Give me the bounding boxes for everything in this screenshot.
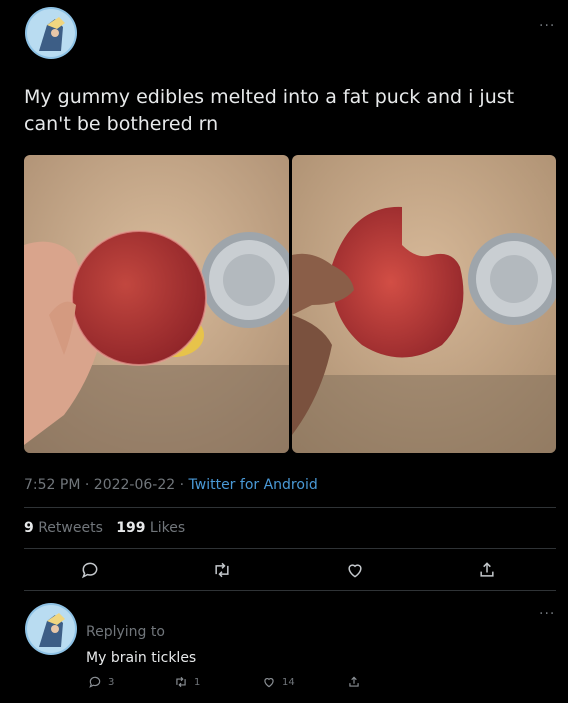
tweet-photo-2[interactable] [292,155,556,453]
reply-share-button[interactable] [347,675,361,689]
reply-like-button[interactable]: 14 [262,675,295,689]
share-action-button[interactable] [477,560,497,584]
author-avatar[interactable] [25,7,77,59]
reply-text: My brain tickles [86,650,197,666]
share-icon [349,676,359,687]
divider-2 [24,548,556,549]
reply-retweet-button[interactable]: 1 [174,675,200,689]
heart-icon [348,564,362,578]
retweet-action-button[interactable] [212,560,232,584]
likes-stat[interactable]: 199 Likes [116,520,185,536]
reply-like-count: 14 [282,676,295,688]
heart-icon [264,678,274,688]
retweet-icon [176,676,186,688]
retweets-count: 9 [24,520,34,536]
tweet-text: My gummy edibles melted into a fat puck … [24,86,515,135]
reply-reply-count: 3 [108,676,115,688]
reply-icon [81,562,98,579]
likes-label: Likes [149,520,186,536]
retweets-stat[interactable]: 9 Retweets [24,520,103,536]
share-icon [480,562,494,577]
tweet-meta: 7:52 PM · 2022-06-22 · Twitter for Andro… [24,477,318,493]
tweet-photo-1[interactable] [24,155,289,453]
replying-to-label: Replying to [86,624,165,640]
more-options-icon[interactable]: ... [539,14,555,30]
tweet-source-link[interactable]: Twitter for Android [189,477,318,493]
divider-1 [24,507,556,508]
tweet-stats: 9 Retweets 199 Likes [24,520,185,536]
divider-3 [24,590,556,591]
reply-reply-button[interactable]: 3 [88,675,114,689]
likes-count: 199 [116,520,146,536]
reply-more-options-icon[interactable]: ... [539,602,555,618]
like-action-button[interactable] [345,560,365,584]
retweets-label: Retweets [38,520,103,536]
meta-separator: · [84,477,90,493]
reply-retweet-count: 1 [194,676,201,688]
tweet-date: 2022-06-22 [93,477,176,493]
retweet-icon [215,562,229,578]
meta-separator-2: · [179,477,185,493]
tweet-time: 7:52 PM [24,477,81,493]
reply-action-button[interactable] [80,560,100,584]
reply-icon [89,676,101,688]
reply-author-avatar[interactable] [25,603,77,655]
